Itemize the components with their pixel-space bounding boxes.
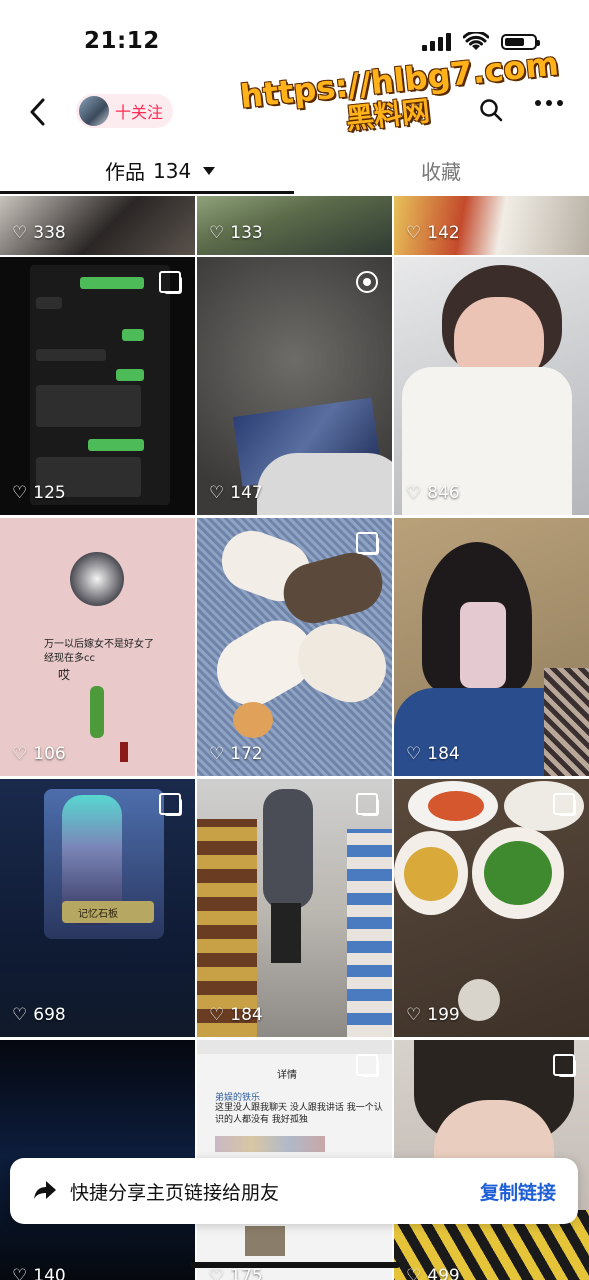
video-thumbnail[interactable]: ♡ 338 <box>0 196 195 255</box>
like-count: ♡ 846 <box>406 483 460 503</box>
video-thumbnail[interactable]: ♡ 184 <box>394 518 589 776</box>
heart-icon: ♡ <box>406 223 422 243</box>
heart-icon: ♡ <box>12 483 28 503</box>
heart-icon: ♡ <box>209 1266 225 1280</box>
video-thumbnail[interactable]: ♡ 147 <box>197 257 392 515</box>
cellular-signal-icon <box>422 33 451 51</box>
post-caption-sigh: 哎 <box>58 668 71 682</box>
video-thumbnail[interactable]: ♡ 172 <box>197 518 392 776</box>
heart-icon: ♡ <box>406 483 422 503</box>
avatar <box>79 96 109 126</box>
heart-icon: ♡ <box>12 744 28 764</box>
live-photo-icon <box>356 271 378 293</box>
post-caption: 万一以后嫁女不是好女了 经现在多cc <box>44 639 154 664</box>
detail-body: 这里没人跟我聊天 没人跟我讲话 我一个认识的人都没有 我好孤独 <box>215 1103 383 1125</box>
like-count: ♡ 499 <box>406 1266 460 1280</box>
wifi-icon <box>463 32 489 50</box>
multi-image-icon <box>553 793 576 816</box>
like-count: ♡ 133 <box>209 223 263 243</box>
share-arrow-icon <box>34 1181 56 1199</box>
status-time: 21:12 <box>84 28 160 54</box>
active-tab-indicator <box>0 191 294 194</box>
multi-image-icon <box>356 793 379 816</box>
tab-works[interactable]: 作品 134 <box>105 156 216 185</box>
multi-image-icon <box>159 271 182 294</box>
heart-icon: ♡ <box>406 1266 422 1280</box>
heart-icon: ♡ <box>12 223 28 243</box>
card-label: 记忆石板 <box>78 909 118 920</box>
tab-favorites[interactable]: 收藏 <box>421 156 461 185</box>
follow-label: 十关注 <box>115 103 164 122</box>
share-label: 快捷分享主页链接给朋友 <box>70 1182 280 1204</box>
tab-works-label: 作品 <box>105 160 145 184</box>
heart-icon: ♡ <box>209 483 225 503</box>
detail-title: 详情 <box>277 1070 297 1081</box>
video-thumbnail[interactable]: ♡ 846 <box>394 257 589 515</box>
multi-image-icon <box>159 793 182 816</box>
video-thumbnail[interactable]: ♡ 199 <box>394 779 589 1037</box>
video-grid: ♡ 338 ♡ 133 ♡ 142 ♡ 125 ♡ 147 ♡ 846 万一以后嫁女不是好女… <box>0 196 589 1280</box>
like-count: ♡ 184 <box>209 1005 263 1025</box>
share-profile-bar[interactable]: 快捷分享主页链接给朋友 复制链接 <box>10 1158 578 1224</box>
follow-button[interactable]: 十关注 <box>76 94 174 128</box>
heart-icon: ♡ <box>209 1005 225 1025</box>
heart-icon: ♡ <box>209 223 225 243</box>
tab-works-count: 134 <box>153 158 192 183</box>
like-count: ♡ 106 <box>12 744 66 764</box>
like-count: ♡ 142 <box>406 223 460 243</box>
like-count: ♡ 147 <box>209 483 263 503</box>
multi-image-icon <box>356 1054 379 1077</box>
video-thumbnail[interactable]: 记忆石板 ♡ 698 <box>0 779 195 1037</box>
profile-tabs: 作品 134 收藏 <box>0 146 589 194</box>
like-count: ♡ 184 <box>406 744 460 764</box>
back-button[interactable] <box>20 92 54 132</box>
like-count: ♡ 140 <box>12 1266 66 1280</box>
like-count: ♡ 172 <box>209 744 263 764</box>
video-thumbnail[interactable]: ♡ 184 <box>197 779 392 1037</box>
like-count: ♡ 199 <box>406 1005 460 1025</box>
heart-icon: ♡ <box>12 1005 28 1025</box>
video-thumbnail[interactable]: ♡ 133 <box>197 196 392 255</box>
heart-icon: ♡ <box>406 1005 422 1025</box>
multi-image-icon <box>356 532 379 555</box>
video-thumbnail[interactable]: ♡ 142 <box>394 196 589 255</box>
video-thumbnail[interactable]: ♡ 125 <box>0 257 195 515</box>
heart-icon: ♡ <box>12 1266 28 1280</box>
heart-icon: ♡ <box>209 744 225 764</box>
copy-link-button[interactable]: 复制链接 <box>480 1178 556 1205</box>
multi-image-icon <box>553 1054 576 1077</box>
like-count: ♡ 338 <box>12 223 66 243</box>
caret-down-icon <box>203 166 216 175</box>
chevron-left-icon <box>30 98 45 126</box>
video-thumbnail[interactable]: 万一以后嫁女不是好女了 经现在多cc 哎 ♡ 106 <box>0 518 195 776</box>
like-count: ♡ 175 <box>209 1266 263 1280</box>
heart-icon: ♡ <box>406 744 422 764</box>
home-indicator <box>190 1262 400 1268</box>
like-count: ♡ 698 <box>12 1005 66 1025</box>
like-count: ♡ 125 <box>12 483 66 503</box>
